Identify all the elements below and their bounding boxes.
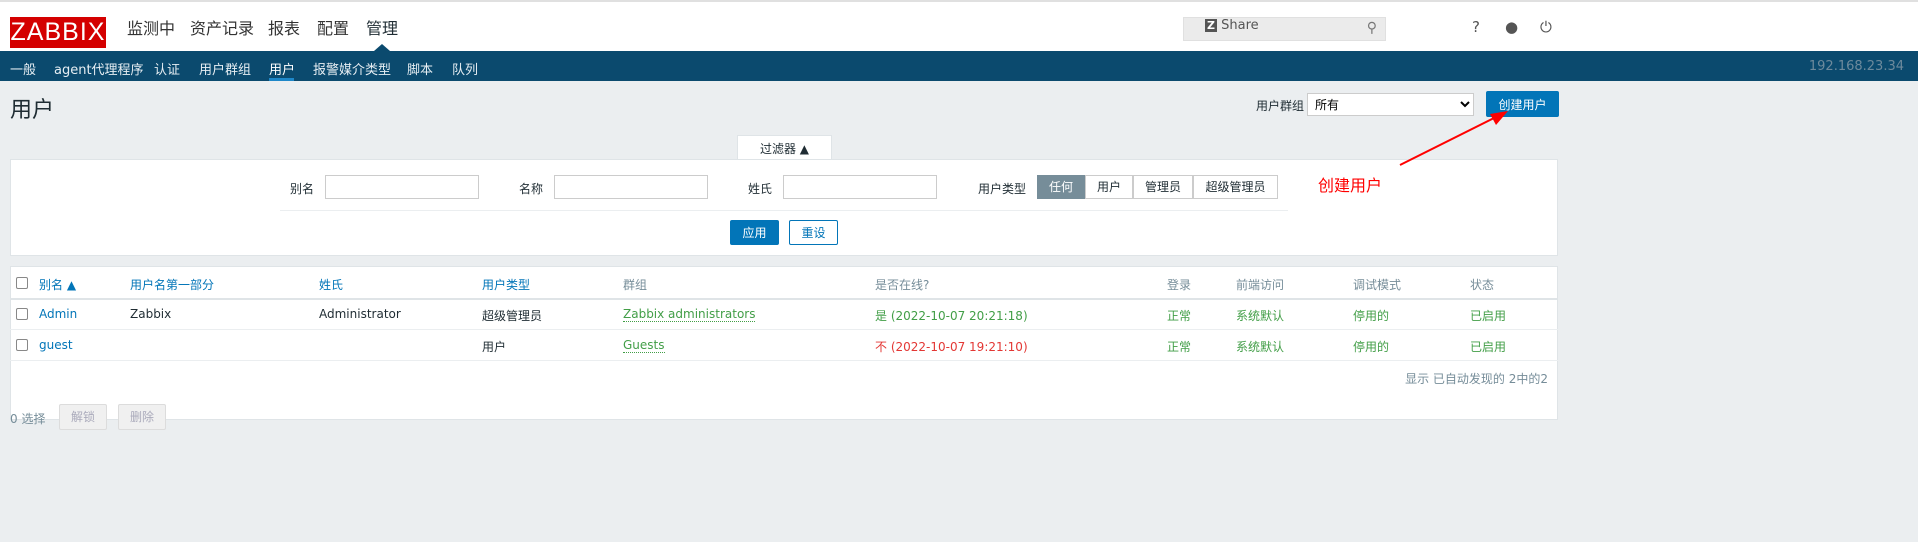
menu-administration[interactable]: 管理 xyxy=(366,17,398,41)
name-input[interactable] xyxy=(554,175,708,199)
active-tab-underline xyxy=(269,78,294,81)
search-icon[interactable]: ⚲ xyxy=(1367,20,1377,36)
apply-button[interactable]: 应用 xyxy=(730,220,779,245)
row-divider xyxy=(10,329,1558,330)
header-groups: 群组 xyxy=(623,278,648,292)
user-profile-icon[interactable]: ● xyxy=(1505,18,1518,36)
name-cell: Zabbix xyxy=(130,307,172,321)
header-surname[interactable]: 姓氏 xyxy=(319,276,343,293)
server-ip: 192.168.23.34 xyxy=(1808,59,1904,74)
surname-input[interactable] xyxy=(783,175,937,199)
row-divider xyxy=(10,360,1558,361)
online-cell: 是 (2022-10-07 20:21:18) xyxy=(875,309,1028,323)
menu-inventory[interactable]: 资产记录 xyxy=(190,17,254,41)
power-icon[interactable]: ⏻ xyxy=(1540,18,1552,36)
name-label: 名称 xyxy=(519,182,544,196)
header-status: 状态 xyxy=(1470,278,1495,292)
surname-label: 姓氏 xyxy=(748,182,773,196)
menu-reports[interactable]: 报表 xyxy=(268,17,300,41)
zabbix-logo[interactable]: ZABBIX xyxy=(10,17,106,48)
online-cell: 不 (2022-10-07 19:21:10) xyxy=(875,340,1028,354)
subnav-queue[interactable]: 队列 xyxy=(452,59,478,78)
select-all-checkbox[interactable] xyxy=(16,277,28,289)
header-divider xyxy=(10,298,1558,300)
selected-count: 0 选择 xyxy=(10,412,46,426)
row-checkbox[interactable] xyxy=(16,308,28,320)
annotation-text: 创建用户 xyxy=(1318,176,1383,195)
share-label: Share xyxy=(1221,18,1259,33)
alias-label: 别名 xyxy=(290,182,315,196)
share-link[interactable]: Z Share xyxy=(1205,18,1259,33)
subnav-proxies[interactable]: agent代理程序 xyxy=(54,59,144,78)
share-icon: Z xyxy=(1205,19,1217,32)
header-name[interactable]: 用户名第一部分 xyxy=(130,276,214,293)
group-link[interactable]: Guests xyxy=(623,338,665,353)
subnav-user-groups[interactable]: 用户群组 xyxy=(199,59,251,78)
users-table xyxy=(10,266,1558,420)
subnav-scripts[interactable]: 脚本 xyxy=(407,59,433,78)
alias-link[interactable]: Admin xyxy=(39,307,77,321)
alias-input[interactable] xyxy=(325,175,479,199)
debug-link[interactable]: 停用的 xyxy=(1353,338,1389,355)
login-cell: 正常 xyxy=(1167,340,1192,354)
filter-divider xyxy=(280,210,1288,211)
status-link[interactable]: 已启用 xyxy=(1470,307,1506,324)
subnav-users[interactable]: 用户 xyxy=(269,59,295,78)
group-link[interactable]: Zabbix administrators xyxy=(623,307,756,322)
surname-cell: Administrator xyxy=(319,307,401,321)
header-frontend: 前端访问 xyxy=(1236,278,1285,292)
table-footer-count: 显示 已自动发现的 2中的2 xyxy=(1405,372,1548,386)
header-user-type[interactable]: 用户类型 xyxy=(482,276,530,293)
frontend-cell: 系统默认 xyxy=(1236,340,1285,354)
help-icon[interactable]: ? xyxy=(1472,18,1480,36)
header-login: 登录 xyxy=(1167,278,1192,292)
user-type-admin[interactable]: 管理员 xyxy=(1133,175,1193,199)
header-online: 是否在线? xyxy=(875,278,930,292)
status-link[interactable]: 已启用 xyxy=(1470,338,1506,355)
unlock-button[interactable]: 解锁 xyxy=(59,404,107,430)
user-type-user[interactable]: 用户 xyxy=(1085,175,1133,199)
active-menu-caret xyxy=(374,44,390,51)
user-type-label: 用户类型 xyxy=(978,182,1027,196)
page-title: 用户 xyxy=(10,98,55,123)
row-checkbox[interactable] xyxy=(16,339,28,351)
menu-monitoring[interactable]: 监测中 xyxy=(127,17,175,41)
header-debug: 调试模式 xyxy=(1353,278,1402,292)
type-cell: 超级管理员 xyxy=(482,309,543,323)
arrow-head xyxy=(1490,111,1508,125)
login-cell: 正常 xyxy=(1167,309,1192,323)
menu-configuration[interactable]: 配置 xyxy=(317,17,349,41)
header-alias[interactable]: 别名 ▲ xyxy=(39,276,76,293)
delete-button[interactable]: 删除 xyxy=(118,404,166,430)
arrow-line xyxy=(1399,114,1501,166)
user-group-label: 用户群组 xyxy=(1256,99,1305,113)
alias-link[interactable]: guest xyxy=(39,338,73,352)
subnav-general[interactable]: 一般 xyxy=(10,59,36,78)
filter-tab[interactable]: 过滤器 ▲ xyxy=(737,135,832,160)
subnav-media-types[interactable]: 报警媒介类型 xyxy=(313,59,391,78)
reset-button[interactable]: 重设 xyxy=(789,220,838,245)
frontend-cell: 系统默认 xyxy=(1236,309,1285,323)
type-cell: 用户 xyxy=(482,340,507,354)
annotation-arrow xyxy=(1399,111,1508,166)
user-type-super-admin[interactable]: 超级管理员 xyxy=(1193,175,1278,199)
subnav-authentication[interactable]: 认证 xyxy=(154,59,180,78)
user-type-any[interactable]: 任何 xyxy=(1037,175,1085,199)
debug-link[interactable]: 停用的 xyxy=(1353,307,1389,324)
